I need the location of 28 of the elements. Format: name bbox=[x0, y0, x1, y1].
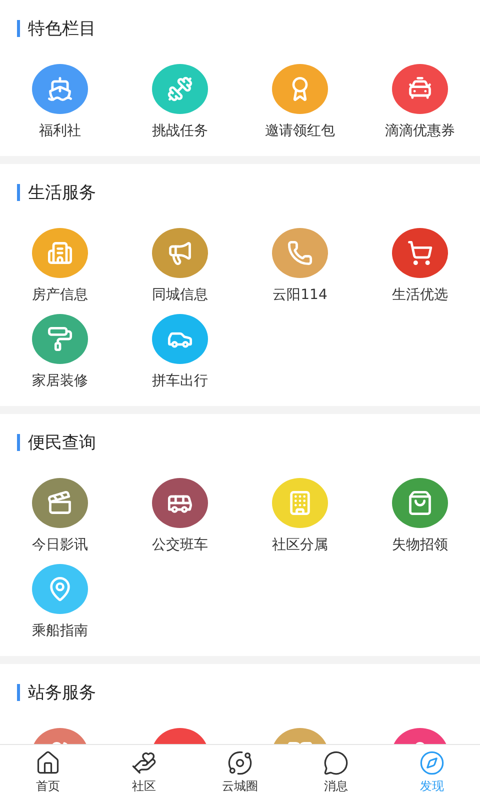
service-label[interactable]: 邀请领红包 bbox=[265, 122, 335, 140]
section-title: 生活服务 bbox=[28, 182, 96, 204]
section-title: 站务服务 bbox=[28, 682, 96, 704]
service-label[interactable]: 滴滴优惠券 bbox=[385, 122, 455, 140]
home-icon bbox=[35, 750, 61, 776]
service-label[interactable]: 同城信息 bbox=[152, 286, 208, 304]
chat-icon bbox=[323, 750, 349, 776]
tab[interactable]: 社区 bbox=[96, 745, 192, 800]
service-label[interactable]: 福利社 bbox=[39, 122, 81, 140]
hands-icon bbox=[131, 750, 157, 776]
service-label[interactable]: 社区分属 bbox=[272, 536, 328, 554]
service-label[interactable]: 挑战任务 bbox=[152, 122, 208, 140]
tab[interactable]: 首页 bbox=[0, 745, 96, 800]
service-label[interactable]: 公交班车 bbox=[152, 536, 208, 554]
compass-icon bbox=[419, 750, 445, 776]
service-label[interactable]: 乘船指南 bbox=[32, 622, 88, 640]
section-title: 特色栏目 bbox=[28, 18, 96, 40]
orbit-icon bbox=[227, 750, 253, 776]
service-label[interactable]: 云阳114 bbox=[272, 286, 328, 304]
service-label[interactable]: 房产信息 bbox=[32, 286, 88, 304]
tab[interactable]: 云城圈 bbox=[192, 745, 288, 800]
service-label[interactable]: 生活优选 bbox=[392, 286, 448, 304]
tab[interactable]: 消息 bbox=[288, 745, 384, 800]
service-label[interactable]: 拼车出行 bbox=[152, 372, 208, 390]
service-label[interactable]: 失物招领 bbox=[392, 536, 448, 554]
section-title: 便民查询 bbox=[28, 432, 96, 454]
service-label[interactable]: 今日影讯 bbox=[32, 536, 88, 554]
service-label[interactable]: 家居装修 bbox=[32, 372, 88, 390]
